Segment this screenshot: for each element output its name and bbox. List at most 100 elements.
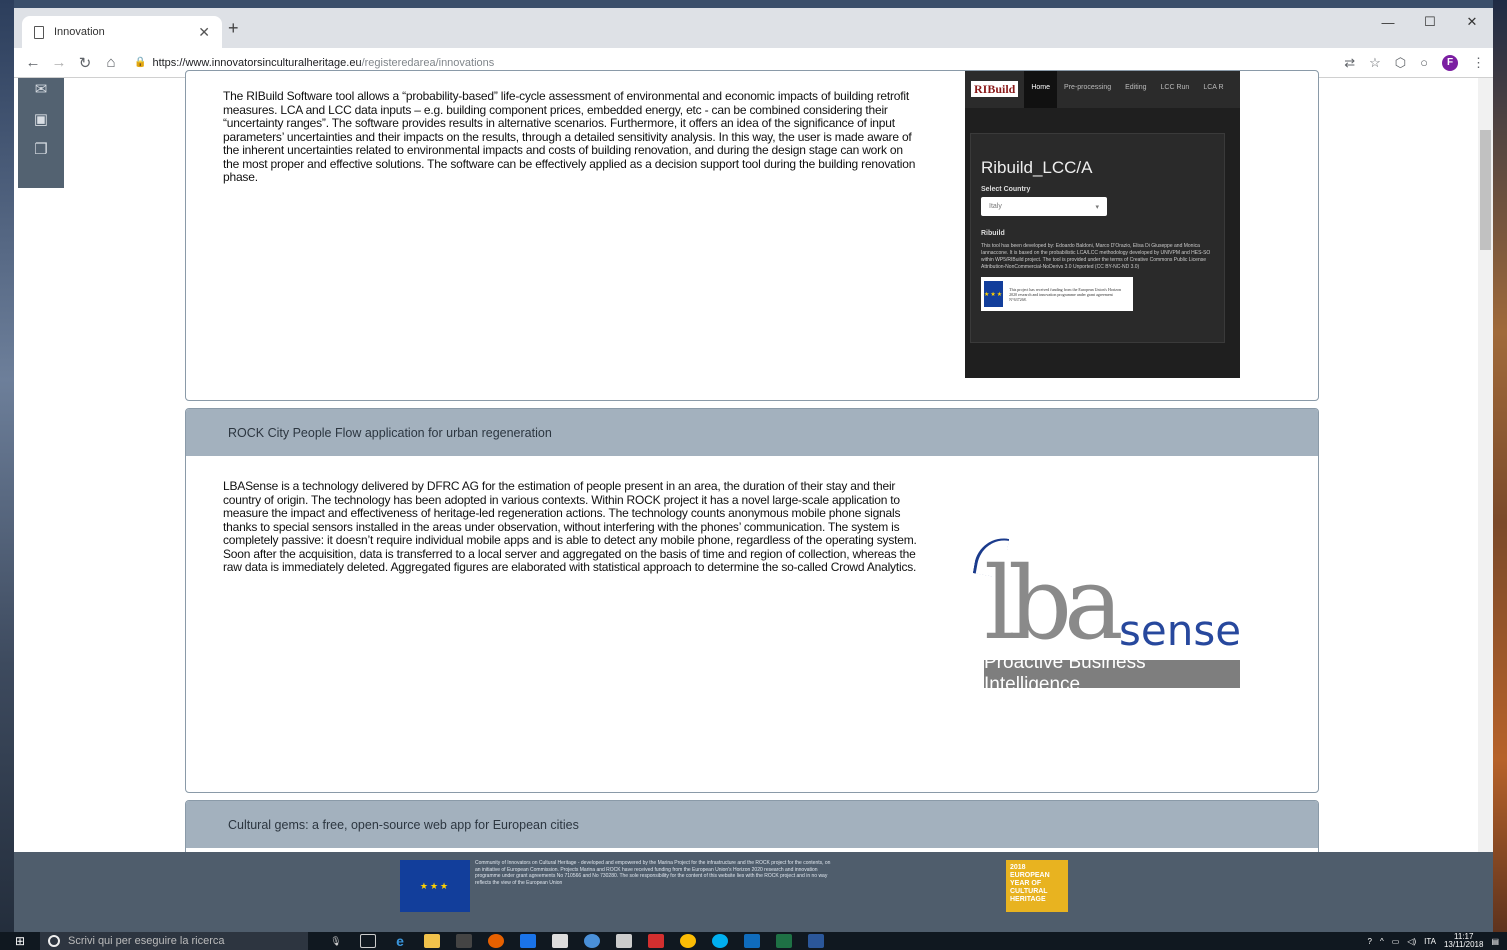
volume-icon[interactable]: ◁) bbox=[1407, 937, 1416, 946]
windows-taskbar: ⊞ Scrivi qui per eseguire la ricerca 🎙 e… bbox=[0, 932, 1507, 950]
word-icon[interactable] bbox=[808, 934, 824, 948]
taskbar-search[interactable]: Scrivi qui per eseguire la ricerca bbox=[40, 932, 308, 950]
close-window-icon[interactable]: ✕ bbox=[1451, 8, 1493, 36]
calendar-check-icon[interactable]: ▣ bbox=[18, 110, 64, 128]
chevron-up-icon[interactable]: ^ bbox=[1380, 937, 1384, 946]
window-controls: — ☐ ✕ bbox=[1367, 8, 1493, 36]
reload-icon[interactable]: ↻ bbox=[74, 54, 96, 72]
extension-shield-icon[interactable]: ⬡ bbox=[1395, 55, 1406, 71]
media-player-icon[interactable] bbox=[520, 934, 536, 948]
maximize-icon[interactable]: ☐ bbox=[1409, 8, 1451, 36]
skype-icon[interactable] bbox=[712, 934, 728, 948]
home-icon[interactable]: ⌂ bbox=[100, 54, 122, 71]
ribuild-nav-item: Editing bbox=[1125, 84, 1147, 91]
tab-title: Innovation bbox=[54, 26, 105, 38]
notifications-icon[interactable]: ▤ bbox=[1491, 937, 1499, 946]
app-globe-icon[interactable] bbox=[584, 934, 600, 948]
logo-text-main: lba bbox=[984, 545, 1124, 662]
eu-flag-icon: ★★★ bbox=[984, 281, 1004, 307]
ribuild-nav-item: Pre-processing bbox=[1064, 84, 1112, 91]
network-icon[interactable]: ▭ bbox=[1392, 937, 1400, 946]
address-bar[interactable]: 🔒 https://www.innovatorsinculturalherita… bbox=[134, 57, 1344, 69]
site-footer: ★★★ Community of Innovators on Cultural … bbox=[14, 852, 1493, 932]
chrome-icon[interactable] bbox=[680, 934, 696, 948]
lock-icon: 🔒 bbox=[134, 57, 147, 68]
firefox-icon[interactable] bbox=[488, 934, 504, 948]
card-body: LBASense is a technology delivered by DF… bbox=[186, 456, 1318, 792]
ribuild-eu-text: This project has received funding from t… bbox=[1009, 286, 1122, 302]
acrobat-icon[interactable] bbox=[648, 934, 664, 948]
lbasense-logo: lba sense Proactive Business Intelligenc… bbox=[972, 533, 1246, 696]
windows-start-icon[interactable]: ⊞ bbox=[0, 934, 40, 948]
page-content: ✉ ▣ ❐ The RIBuild Software tool allows a… bbox=[14, 70, 1493, 932]
chevron-down-icon: ▾ bbox=[1095, 203, 1099, 211]
ribuild-panel: Ribuild_LCC/A Select Country Italy ▾ Rib… bbox=[970, 133, 1225, 343]
footer-text: Community of Innovators on Cultural Heri… bbox=[475, 860, 831, 886]
clock[interactable]: 11:17 13/11/2018 bbox=[1444, 933, 1483, 949]
browser-window: Innovation ✕ + — ☐ ✕ ← → ↻ ⌂ 🔒 https://w… bbox=[14, 8, 1493, 932]
logo-tagline: Proactive Business Intelligence bbox=[984, 652, 1240, 695]
search-placeholder: Scrivi qui per eseguire la ricerca bbox=[68, 935, 225, 947]
ribuild-text: This tool has been developed by: Edoardo… bbox=[981, 243, 1211, 270]
tab-strip: Innovation ✕ + — ☐ ✕ bbox=[14, 8, 1493, 48]
forward-icon[interactable]: → bbox=[48, 54, 70, 71]
ribuild-section-title: Ribuild bbox=[981, 230, 1005, 237]
eu-flag-icon: ★★★ bbox=[400, 860, 470, 912]
extension-circle-icon[interactable]: ○ bbox=[1420, 55, 1428, 70]
ribuild-nav-item: Home bbox=[1024, 71, 1058, 108]
close-tab-icon[interactable]: ✕ bbox=[198, 24, 210, 41]
url-host: https://www.innovatorsinculturalheritage… bbox=[152, 56, 362, 69]
ribuild-country-select: Italy ▾ bbox=[981, 197, 1107, 216]
card-description: LBASense is a technology delivered by DF… bbox=[223, 479, 917, 574]
sidebar: ✉ ▣ ❐ bbox=[18, 78, 64, 188]
desktop-background-right bbox=[1493, 0, 1507, 950]
ribuild-nav: RIBuild Home Pre-processing Editing LCC … bbox=[965, 71, 1240, 108]
ribuild-select-value: Italy bbox=[989, 203, 1002, 210]
documents-icon[interactable]: ❐ bbox=[18, 140, 64, 158]
notepad-icon[interactable] bbox=[552, 934, 568, 948]
ribuild-nav-item: LCA R bbox=[1203, 84, 1224, 91]
browser-tab[interactable]: Innovation ✕ bbox=[22, 16, 222, 48]
innovation-card-ribuild: The RIBuild Software tool allows a “prob… bbox=[185, 70, 1319, 401]
card-description: The RIBuild Software tool allows a “prob… bbox=[223, 89, 916, 184]
card-title[interactable]: ROCK City People Flow application for ur… bbox=[186, 409, 1318, 456]
new-tab-button[interactable]: + bbox=[228, 18, 239, 39]
ribuild-logo: RIBuild bbox=[971, 81, 1019, 97]
translate-icon[interactable]: ⇄ bbox=[1344, 55, 1355, 71]
language-indicator[interactable]: ITA bbox=[1424, 937, 1436, 946]
toolbar-actions: ⇄ ☆ ⬡ ○ F ⋮ bbox=[1344, 54, 1485, 71]
ribuild-eu-notice: ★★★ This project has received funding fr… bbox=[981, 277, 1133, 311]
excel-icon[interactable] bbox=[776, 934, 792, 948]
url-path: /registeredarea/innovations bbox=[361, 56, 495, 69]
innovation-card-rock: ROCK City People Flow application for ur… bbox=[185, 408, 1319, 793]
page-scrollbar[interactable] bbox=[1478, 78, 1493, 852]
calculator-icon[interactable] bbox=[616, 934, 632, 948]
system-tray: ? ^ ▭ ◁) ITA 11:17 13/11/2018 ▤ bbox=[1368, 932, 1499, 950]
eych-badge: 2018 EUROPEAN YEAR OF CULTURAL HERITAGE bbox=[1006, 860, 1068, 912]
edge-icon[interactable]: e bbox=[392, 933, 408, 949]
innovation-card-cultural-gems: Cultural gems: a free, open-source web a… bbox=[185, 800, 1319, 860]
minimize-icon[interactable]: — bbox=[1367, 8, 1409, 36]
page-icon bbox=[34, 25, 44, 39]
mail-icon[interactable]: ✉ bbox=[18, 80, 64, 98]
menu-dots-icon[interactable]: ⋮ bbox=[1472, 55, 1485, 71]
ribuild-select-label: Select Country bbox=[981, 186, 1031, 193]
logo-text-accent: sense bbox=[1119, 606, 1242, 655]
card-title[interactable]: Cultural gems: a free, open-source web a… bbox=[186, 801, 1318, 848]
bookmark-star-icon[interactable]: ☆ bbox=[1369, 55, 1381, 71]
clock-date: 13/11/2018 bbox=[1443, 940, 1484, 949]
mail-app-icon[interactable] bbox=[744, 934, 760, 948]
scrollbar-thumb[interactable] bbox=[1480, 130, 1491, 250]
cortana-icon bbox=[48, 935, 60, 947]
file-explorer-icon[interactable] bbox=[424, 934, 440, 948]
microphone-icon[interactable]: 🎙 bbox=[328, 934, 344, 948]
card-body: The RIBuild Software tool allows a “prob… bbox=[186, 71, 1318, 400]
back-icon[interactable]: ← bbox=[22, 54, 44, 71]
ribuild-title: Ribuild_LCC/A bbox=[981, 158, 1093, 177]
store-icon[interactable] bbox=[456, 934, 472, 948]
task-view-icon[interactable] bbox=[360, 934, 376, 948]
ribuild-screenshot: RIBuild Home Pre-processing Editing LCC … bbox=[965, 71, 1240, 378]
desktop-background-left bbox=[0, 0, 14, 950]
help-icon[interactable]: ? bbox=[1368, 937, 1372, 946]
profile-avatar[interactable]: F bbox=[1442, 54, 1458, 71]
